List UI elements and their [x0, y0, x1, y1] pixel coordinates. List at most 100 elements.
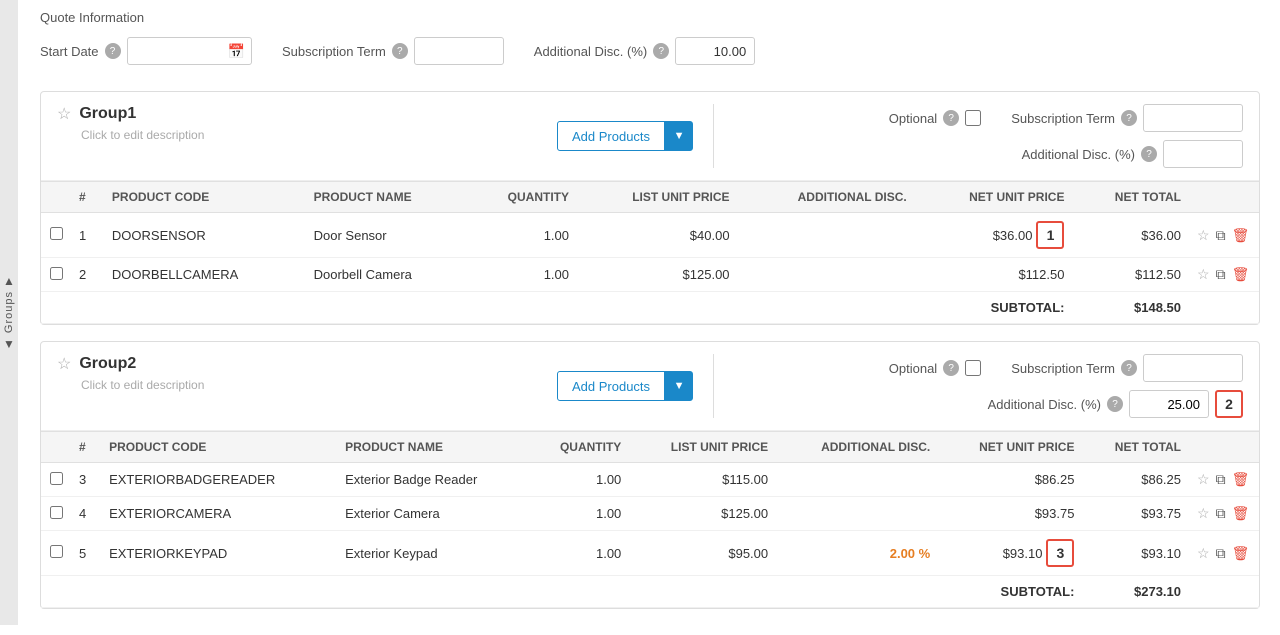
product-checkbox[interactable]: [50, 545, 63, 558]
row-copy-icon[interactable]: ⧉: [1216, 505, 1226, 522]
group-name: Group1: [79, 105, 136, 123]
action-icons: ☆ ⧉ 🗑: [1197, 471, 1251, 488]
row-star-icon[interactable]: ☆: [1197, 471, 1210, 488]
group-description[interactable]: Click to edit description: [81, 128, 537, 142]
groups-label: Groups: [3, 291, 15, 333]
add-products-btn-group: Add Products ▼: [557, 121, 693, 151]
start-date-input[interactable]: [134, 44, 224, 59]
row-quantity: 1.00: [529, 463, 629, 497]
subscription-term-input[interactable]: [414, 37, 504, 65]
optional-checkbox[interactable]: [965, 360, 981, 376]
group-title-row: ☆ Group2: [57, 354, 537, 374]
subtotal-row: SUBTOTAL: $273.10: [41, 576, 1259, 608]
sub-term-help-icon[interactable]: ?: [1121, 110, 1137, 126]
optional-help-icon[interactable]: ?: [943, 360, 959, 376]
top-bar: Start Date ? 📅 Subscription Term ? Addit…: [40, 37, 1260, 75]
disc-help-icon[interactable]: ?: [1107, 396, 1123, 412]
row-net-total: $86.25: [1082, 463, 1189, 497]
group-name: Group2: [79, 355, 136, 373]
row-copy-icon[interactable]: ⧉: [1216, 545, 1226, 562]
group-star-icon[interactable]: ☆: [57, 354, 71, 374]
sub-term-input[interactable]: [1143, 354, 1243, 382]
row-delete-icon[interactable]: 🗑: [1232, 545, 1250, 562]
row-actions: ☆ ⧉ 🗑: [1189, 213, 1259, 258]
nav-arrow-up[interactable]: ▲: [3, 275, 15, 287]
sub-term-input[interactable]: [1143, 104, 1243, 132]
col-list-unit-price: LIST UNIT PRICE: [577, 182, 738, 213]
header-left-col: ☆ Group1 Click to edit description: [57, 104, 537, 168]
row-delete-icon[interactable]: 🗑: [1232, 505, 1250, 522]
product-checkbox[interactable]: [50, 472, 63, 485]
row-star-icon[interactable]: ☆: [1197, 505, 1210, 522]
table-row: 5 EXTERIORKEYPAD Exterior Keypad 1.00 $9…: [41, 531, 1259, 576]
page-title: Quote Information: [40, 10, 1260, 25]
add-products-dropdown[interactable]: ▼: [665, 121, 693, 151]
add-products-dropdown[interactable]: ▼: [665, 371, 693, 401]
product-checkbox[interactable]: [50, 506, 63, 519]
row-delete-icon[interactable]: 🗑: [1232, 266, 1250, 283]
group-options-row: Optional ? Subscription Term ?: [734, 354, 1243, 382]
start-date-label: Start Date: [40, 44, 99, 59]
row-name: Exterior Keypad: [337, 531, 529, 576]
row-num: 1: [71, 213, 104, 258]
row-copy-icon[interactable]: ⧉: [1216, 266, 1226, 283]
group-disc-row: Additional Disc. (%) ? 2: [734, 390, 1243, 418]
col-additional-disc: ADDITIONAL DISC.: [776, 432, 938, 463]
row-star-icon[interactable]: ☆: [1197, 227, 1210, 244]
row-list-price: $125.00: [629, 497, 776, 531]
row-star-icon[interactable]: ☆: [1197, 266, 1210, 283]
header-left-col: ☆ Group2 Click to edit description: [57, 354, 537, 418]
product-checkbox[interactable]: [50, 267, 63, 280]
additional-disc-label: Additional Disc. (%): [534, 44, 647, 59]
nav-arrow-down[interactable]: ▼: [3, 338, 15, 350]
start-date-help-icon[interactable]: ?: [105, 43, 121, 59]
row-quantity: 1.00: [529, 497, 629, 531]
subtotal-value: $148.50: [1072, 292, 1189, 324]
additional-disc-input[interactable]: [675, 37, 755, 65]
add-products-button[interactable]: Add Products: [557, 371, 665, 401]
sub-term-label: Subscription Term: [1011, 111, 1115, 126]
disc-input[interactable]: [1163, 140, 1243, 168]
row-star-icon[interactable]: ☆: [1197, 545, 1210, 562]
disc-help-icon[interactable]: ?: [1141, 146, 1157, 162]
row-delete-icon[interactable]: 🗑: [1232, 471, 1250, 488]
row-copy-icon[interactable]: ⧉: [1216, 471, 1226, 488]
row-net-unit-price: $93.10 3: [938, 531, 1082, 576]
sub-term-group: Subscription Term ?: [1011, 354, 1243, 382]
row-additional-disc: [738, 258, 915, 292]
add-products-button[interactable]: Add Products: [557, 121, 665, 151]
sub-term-help-icon[interactable]: ?: [1121, 360, 1137, 376]
row-checkbox: [41, 213, 71, 258]
subtotal-value: $273.10: [1082, 576, 1189, 608]
row-list-price: $125.00: [577, 258, 738, 292]
subscription-term-help-icon[interactable]: ?: [392, 43, 408, 59]
col-net-total: NET TOTAL: [1082, 432, 1189, 463]
row-list-price: $40.00: [577, 213, 738, 258]
header-row-split: ☆ Group1 Click to edit description Add P…: [57, 104, 1243, 168]
row-code: EXTERIORCAMERA: [101, 497, 337, 531]
col-quantity: QUANTITY: [529, 432, 629, 463]
disc-input[interactable]: [1129, 390, 1209, 418]
additional-disc-help-icon[interactable]: ?: [653, 43, 669, 59]
col-net-unit-price: NET UNIT PRICE: [938, 432, 1082, 463]
add-products-btn-group: Add Products ▼: [557, 371, 693, 401]
product-checkbox[interactable]: [50, 227, 63, 240]
row-list-price: $115.00: [629, 463, 776, 497]
row-delete-icon[interactable]: 🗑: [1232, 227, 1250, 244]
row-num: 5: [71, 531, 101, 576]
sub-term-label: Subscription Term: [1011, 361, 1115, 376]
calendar-icon[interactable]: 📅: [228, 43, 245, 60]
table-row: 4 EXTERIORCAMERA Exterior Camera 1.00 $1…: [41, 497, 1259, 531]
col-num: #: [71, 432, 101, 463]
header-right-col: Optional ? Subscription Term ? Additiona: [713, 104, 1243, 168]
subtotal-actions-spacer: [1189, 576, 1259, 608]
row-copy-icon[interactable]: ⧉: [1216, 227, 1226, 244]
add-products-section: Add Products ▼: [537, 104, 713, 168]
row-name: Door Sensor: [306, 213, 468, 258]
row-code: DOORSENSOR: [104, 213, 306, 258]
optional-help-icon[interactable]: ?: [943, 110, 959, 126]
col-actions: [1189, 432, 1259, 463]
group-description[interactable]: Click to edit description: [81, 378, 537, 392]
optional-checkbox[interactable]: [965, 110, 981, 126]
group-star-icon[interactable]: ☆: [57, 104, 71, 124]
